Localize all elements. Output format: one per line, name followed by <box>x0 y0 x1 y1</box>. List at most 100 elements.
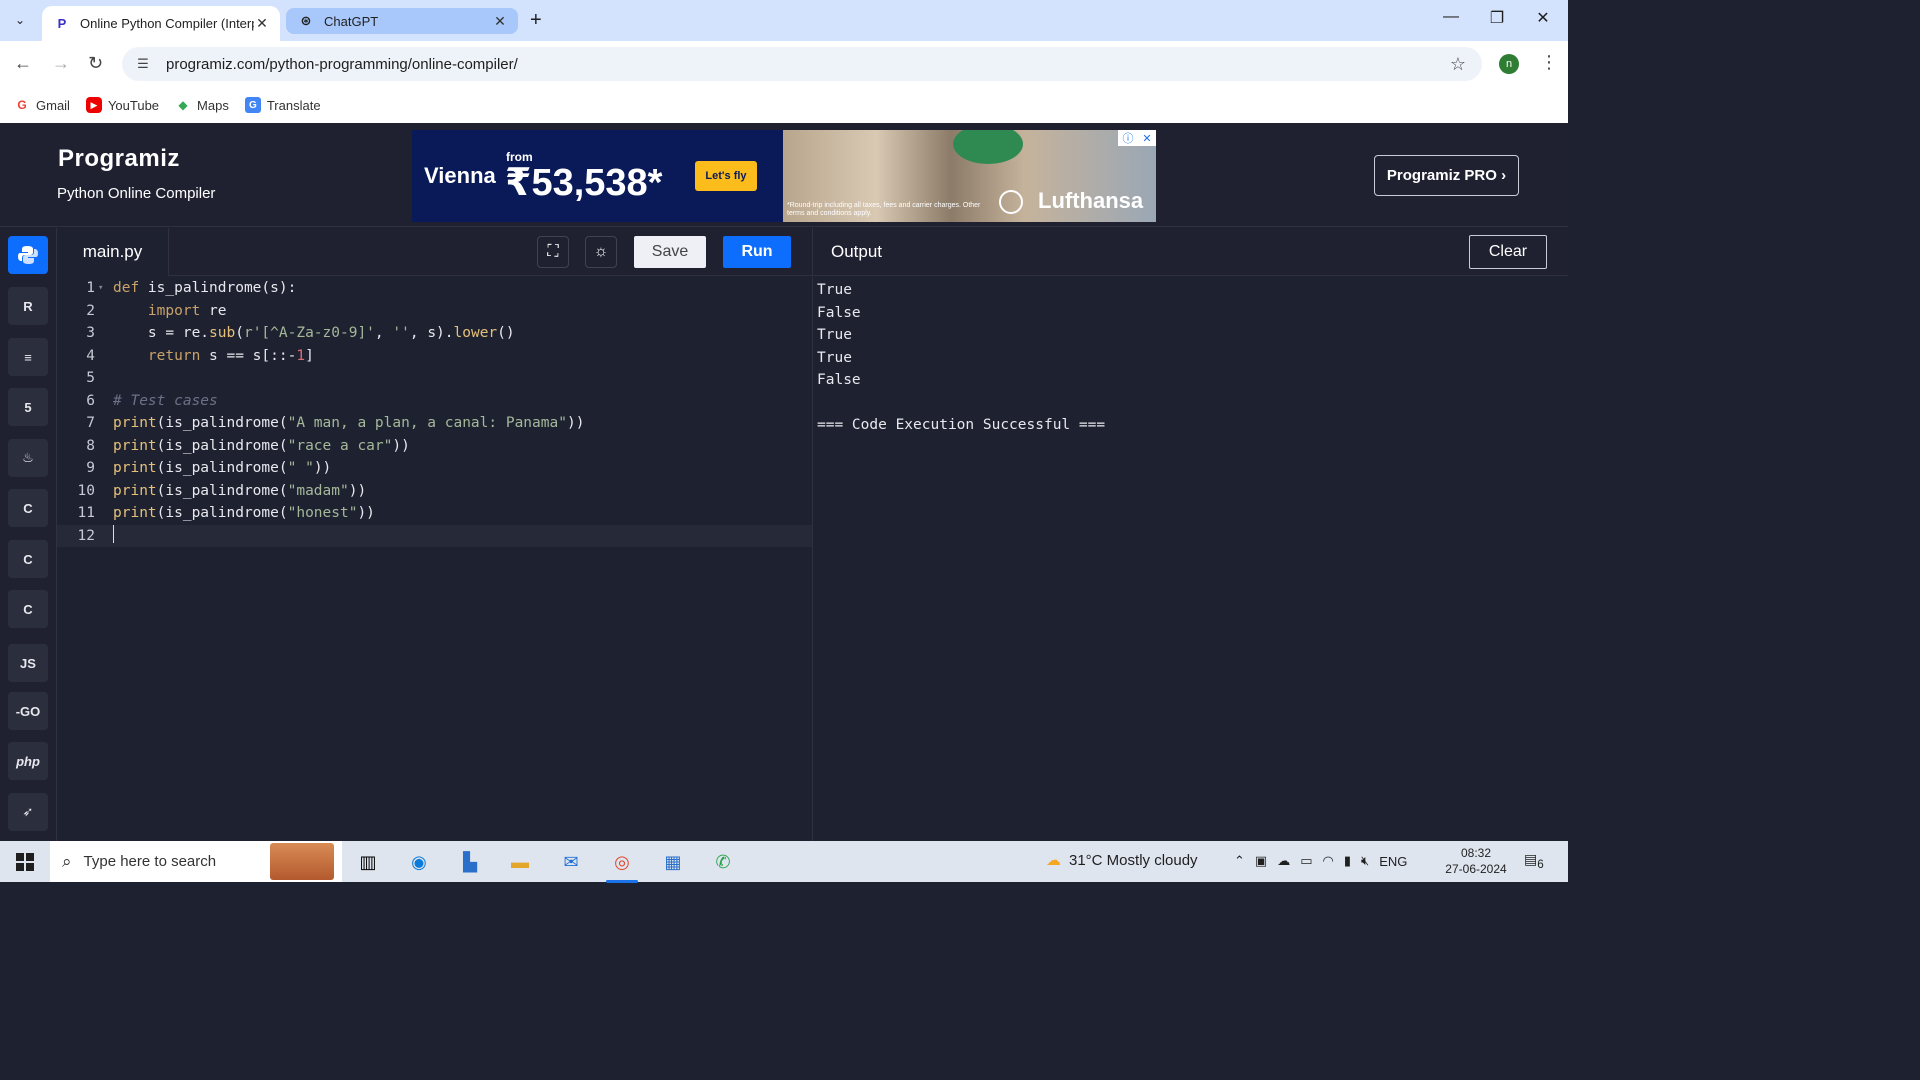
fold-arrow-icon[interactable]: ▾ <box>95 283 113 293</box>
url-text[interactable]: programiz.com/python-programming/online-… <box>166 56 518 73</box>
weather-cloudy-icon: ☁ <box>1046 852 1061 869</box>
go-icon[interactable]: -GO <box>8 692 48 730</box>
meet-now-icon[interactable]: ▣ <box>1255 853 1267 869</box>
back-icon[interactable]: ← <box>14 53 32 74</box>
volume-muted-icon[interactable]: 🔇︎ <box>1361 853 1369 869</box>
close-tab-icon[interactable]: ✕ <box>254 15 270 32</box>
display-icon[interactable]: ▭ <box>1300 853 1312 869</box>
advertisement-banner[interactable]: Vienna from ₹53,538* Let's fly Lufthansa… <box>412 130 1156 222</box>
minimize-icon[interactable]: — <box>1428 8 1474 26</box>
mail-icon[interactable]: ✉ <box>551 847 591 877</box>
ad-info-icon[interactable]: ⓘ <box>1122 130 1133 146</box>
input-language[interactable]: ENG <box>1379 854 1407 869</box>
code-line[interactable]: 2 import re <box>57 300 812 323</box>
site-info-icon[interactable]: ☰ <box>134 55 152 73</box>
tab-chatgpt[interactable]: ⊛ ChatGPT ✕ <box>286 8 518 34</box>
line-number: 8 <box>86 437 95 454</box>
code-line[interactable]: 11 print(is_palindrome("honest")) <box>57 502 812 525</box>
bookmark-youtube[interactable]: ▶ YouTube <box>85 97 159 113</box>
microsoft-store-icon[interactable]: ▦ <box>653 847 693 877</box>
weather-text: 31°C Mostly cloudy <box>1069 851 1198 869</box>
chrome-icon[interactable]: ◎ <box>602 847 642 883</box>
programiz-pro-button[interactable]: Programiz PRO › <box>1374 155 1519 196</box>
battery-icon[interactable]: ▮ <box>1344 853 1351 869</box>
fullscreen-icon[interactable]: ⛶ <box>537 236 569 268</box>
save-button[interactable]: Save <box>634 236 706 268</box>
ad-close-icon[interactable]: ✕ <box>1142 132 1151 145</box>
forward-icon[interactable]: → <box>52 53 70 74</box>
close-window-icon[interactable]: ✕ <box>1520 8 1566 28</box>
edge-icon[interactable]: ◉ <box>399 847 439 877</box>
restore-icon[interactable]: ❐ <box>1474 8 1520 28</box>
code-line[interactable]: 10 print(is_palindrome("madam")) <box>57 480 812 503</box>
bookmarks-bar: G Gmail ▶ YouTube ◆ Maps G Translate <box>0 87 1568 123</box>
tab-search-chevron-icon[interactable]: ⌄ <box>8 8 32 32</box>
onedrive-icon[interactable]: ☁ <box>1277 853 1290 869</box>
clear-button[interactable]: Clear <box>1469 235 1547 269</box>
programiz-logo[interactable]: Programiz <box>58 145 180 173</box>
bookmark-gmail[interactable]: G Gmail <box>14 97 70 113</box>
clock[interactable]: 08:32 27-06-2024 <box>1438 845 1514 877</box>
php-icon[interactable]: php <box>8 742 48 780</box>
output-line: True <box>817 282 852 299</box>
html-icon[interactable]: 5 <box>8 388 48 426</box>
c-icon[interactable]: C <box>8 489 48 527</box>
swift-icon[interactable]: ➶ <box>8 793 48 831</box>
address-bar[interactable]: ☰ programiz.com/python-programming/onlin… <box>122 47 1482 81</box>
sql-icon[interactable]: ≡ <box>8 338 48 376</box>
code-text: print(is_palindrome("race a car")) <box>113 437 410 454</box>
code-line[interactable]: 4 return s == s[::-1] <box>57 345 812 368</box>
browser-menu-icon[interactable]: ⋮ <box>1540 52 1558 73</box>
browser-tab-bar: ⌄ P Online Python Compiler (Interp ✕ ⊛ C… <box>0 0 1568 41</box>
text-cursor <box>113 524 114 543</box>
bookmark-star-icon[interactable]: ☆ <box>1450 54 1466 75</box>
new-tab-icon[interactable]: + <box>530 9 542 32</box>
code-line[interactable]: 12 <box>57 524 812 547</box>
python-icon[interactable] <box>8 236 48 274</box>
code-line[interactable]: 3 s = re.sub(r'[^A-Za-z0-9]', '', s).low… <box>57 322 812 345</box>
whatsapp-icon[interactable]: ✆ <box>703 847 743 877</box>
code-editor[interactable]: 1 ▾ def is_palindrome(s): 2 import re 3 s = … <box>57 277 812 841</box>
java-icon[interactable]: ♨ <box>8 439 48 477</box>
ad-fine-print: *Round-trip including all taxes, fees an… <box>787 202 981 217</box>
tray-overflow-icon[interactable]: ⌃ <box>1234 853 1245 869</box>
notification-center-icon[interactable]: ▤6 <box>1524 851 1544 871</box>
line-number: 4 <box>86 347 95 364</box>
wifi-icon[interactable]: ◠ <box>1323 853 1334 869</box>
csharp-icon[interactable]: C <box>8 590 48 628</box>
line-number: 9 <box>86 460 95 477</box>
code-line[interactable]: 8 print(is_palindrome("race a car")) <box>57 435 812 458</box>
code-line[interactable]: 7 print(is_palindrome("A man, a plan, a c… <box>57 412 812 435</box>
task-view-icon[interactable]: ▥ <box>348 847 388 877</box>
profile-avatar[interactable]: n <box>1499 54 1519 74</box>
run-button[interactable]: Run <box>723 236 791 268</box>
reload-icon[interactable]: ↻ <box>88 53 103 74</box>
line-number: 7 <box>86 415 95 432</box>
file-tab-main[interactable]: main.py <box>57 228 169 276</box>
windows-start-icon[interactable] <box>16 853 34 871</box>
taskbar-search[interactable]: ⌕ Type here to search <box>50 841 342 882</box>
code-line[interactable]: 1 ▾ def is_palindrome(s): <box>57 277 812 300</box>
js-icon[interactable]: JS <box>8 644 48 682</box>
file-explorer-icon[interactable]: ▬ <box>500 847 540 877</box>
system-tray: ⌃ ▣ ☁ ▭ ◠ ▮ 🔇︎ ENG <box>1234 853 1407 869</box>
ad-choices[interactable]: ⓘ ✕ <box>1118 130 1156 146</box>
code-line[interactable]: 6 # Test cases <box>57 390 812 413</box>
output-line: False <box>817 304 861 321</box>
cpp-icon[interactable]: C <box>8 540 48 578</box>
close-tab-icon[interactable]: ✕ <box>492 13 508 30</box>
weather-widget[interactable]: ☁ 31°C Mostly cloudy <box>1046 851 1198 870</box>
code-line[interactable]: 5 <box>57 367 812 390</box>
ad-city: Vienna <box>424 163 496 188</box>
tab-programiz[interactable]: P Online Python Compiler (Interp ✕ <box>42 6 280 41</box>
bookmark-maps[interactable]: ◆ Maps <box>175 97 228 113</box>
notification-count: 6 <box>1537 857 1544 871</box>
ad-cta-button[interactable]: Let's fly <box>695 161 757 191</box>
bookmark-translate[interactable]: G Translate <box>244 97 321 113</box>
line-number: 3 <box>86 325 95 342</box>
store-app-icon[interactable]: ▙ <box>450 847 490 877</box>
theme-toggle-icon[interactable]: ☼ <box>585 236 617 268</box>
code-line[interactable]: 9 print(is_palindrome(" ")) <box>57 457 812 480</box>
r-icon[interactable]: R <box>8 287 48 325</box>
clock-time: 08:32 <box>1460 846 1492 860</box>
